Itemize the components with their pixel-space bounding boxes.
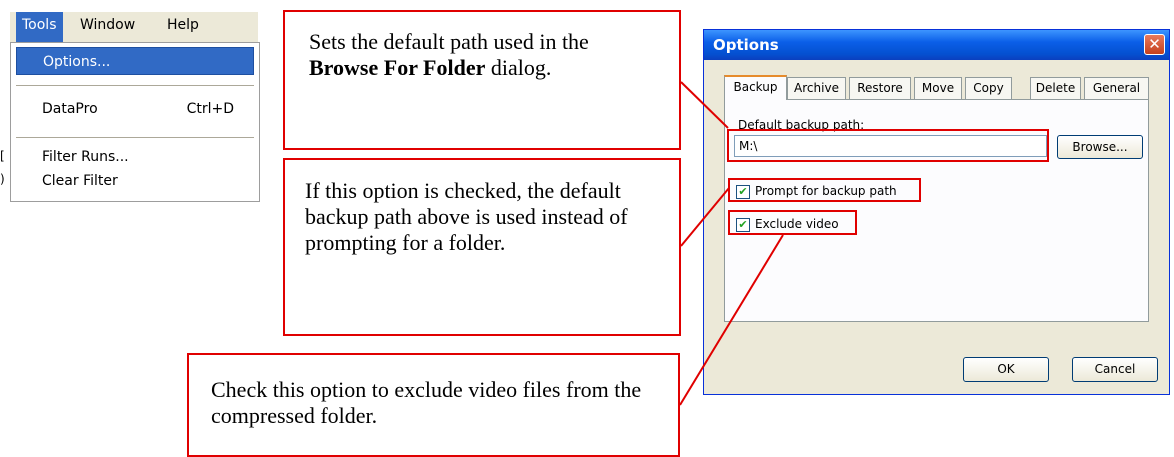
connector-line-prompt (680, 187, 730, 247)
connector-line-path (680, 81, 729, 129)
tab-backup[interactable]: Backup (724, 75, 787, 100)
callout-connectors (679, 81, 784, 406)
connector-line-exclude (679, 234, 784, 406)
